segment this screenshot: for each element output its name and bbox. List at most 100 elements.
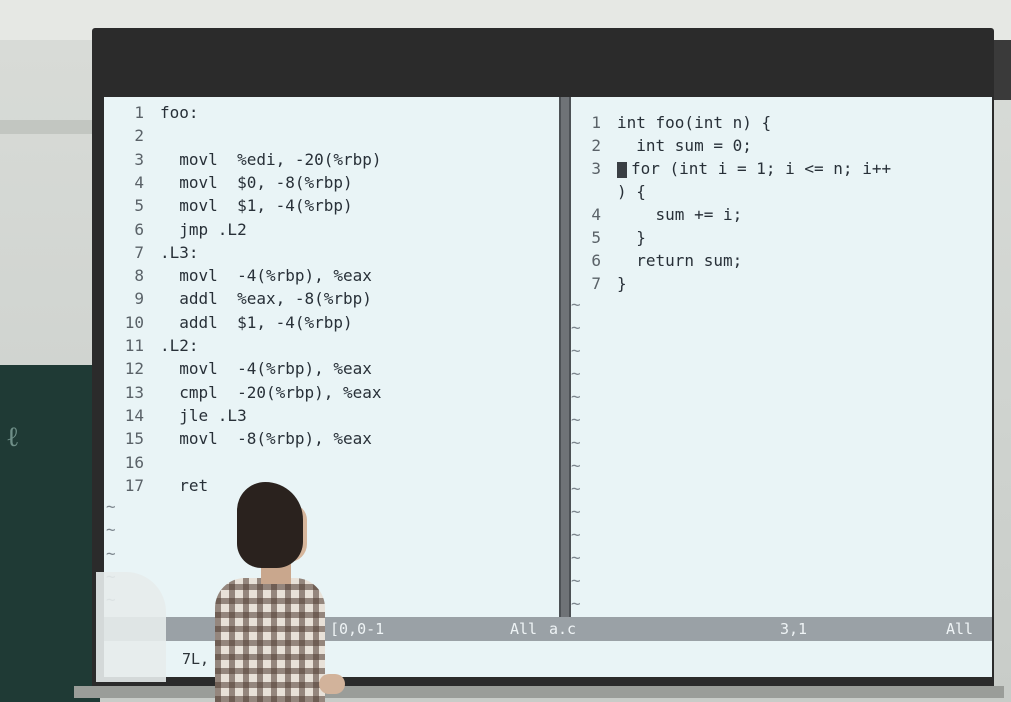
line-number: 2 bbox=[591, 136, 601, 155]
code-line[interactable]: 11 .L2: bbox=[104, 334, 199, 357]
foreground-glare bbox=[96, 572, 166, 682]
code-line[interactable]: 4 sum += i; bbox=[571, 203, 742, 226]
code-text: return sum; bbox=[617, 251, 743, 270]
code-line[interactable]: 17 ret bbox=[104, 474, 208, 497]
line-number: 4 bbox=[591, 205, 601, 224]
chalk-mark: ℓ bbox=[6, 420, 20, 453]
code-line[interactable]: 15 movl -8(%rbp), %eax bbox=[104, 427, 372, 450]
code-line[interactable]: 16 bbox=[104, 451, 160, 474]
code-text: ) { bbox=[617, 182, 646, 201]
code-text: .L3: bbox=[160, 242, 199, 262]
code-text: } bbox=[617, 228, 646, 247]
line-number: 12 bbox=[124, 359, 144, 379]
code-text: int sum = 0; bbox=[617, 136, 752, 155]
code-line[interactable]: 13 cmpl -20(%rbp), %eax bbox=[104, 381, 382, 404]
right-filename: a.c bbox=[549, 620, 577, 638]
code-line[interactable]: 12 movl -4(%rbp), %eax bbox=[104, 357, 372, 380]
line-number: 6 bbox=[134, 219, 144, 239]
empty-line-tilde: ~ bbox=[571, 548, 581, 567]
line-number: 5 bbox=[591, 228, 601, 247]
line-number: 13 bbox=[124, 382, 144, 402]
empty-line-tilde: ~ bbox=[571, 525, 581, 544]
line-number: 1 bbox=[591, 113, 601, 132]
screen-rail bbox=[74, 686, 1004, 698]
code-line[interactable]: 1 foo: bbox=[104, 101, 199, 124]
line-number: 7 bbox=[591, 274, 601, 293]
code-text: .L2: bbox=[160, 336, 199, 355]
line-number: 8 bbox=[134, 266, 144, 286]
code-text: movl -4(%rbp), %eax bbox=[160, 266, 372, 286]
line-number: 10 bbox=[124, 312, 144, 332]
line-number: 4 bbox=[134, 172, 144, 192]
code-line[interactable]: 3 movl %edi, -20(%rbp) bbox=[104, 148, 382, 171]
text-cursor bbox=[617, 161, 627, 178]
code-text: movl $1, -4(%rbp) bbox=[160, 196, 353, 216]
line-number: 1 bbox=[134, 103, 144, 122]
code-line[interactable]: 6 return sum; bbox=[571, 249, 742, 272]
empty-line-tilde: ~ bbox=[571, 456, 581, 475]
empty-line-tilde: ~ bbox=[106, 520, 116, 540]
code-line[interactable]: 2 int sum = 0; bbox=[571, 134, 752, 157]
code-line[interactable]: 5 } bbox=[571, 226, 646, 249]
presenter bbox=[215, 482, 345, 702]
code-text: addl $1, -4(%rbp) bbox=[160, 312, 353, 332]
code-line[interactable]: 2 bbox=[104, 124, 160, 147]
code-line[interactable]: 9 addl %eax, -8(%rbp) bbox=[104, 287, 372, 310]
empty-line-tilde: ~ bbox=[106, 543, 116, 563]
line-number: 11 bbox=[124, 336, 144, 355]
empty-line-tilde: ~ bbox=[571, 410, 581, 429]
empty-line-tilde: ~ bbox=[571, 364, 581, 383]
code-line[interactable]: 10 addl $1, -4(%rbp) bbox=[104, 311, 353, 334]
code-line[interactable]: 6 jmp .L2 bbox=[104, 218, 246, 241]
code-line[interactable]: 1 int foo(int n) { bbox=[571, 111, 771, 134]
line-number: 15 bbox=[124, 429, 144, 449]
line-number: 17 bbox=[124, 475, 144, 495]
empty-line-tilde: ~ bbox=[571, 387, 581, 406]
empty-line-tilde: ~ bbox=[571, 318, 581, 337]
empty-line-tilde: ~ bbox=[571, 479, 581, 498]
code-text: for (int i = 1; i <= n; i++ bbox=[631, 159, 892, 178]
presenter-shirt bbox=[215, 578, 325, 702]
line-number: 16 bbox=[124, 452, 144, 472]
code-line[interactable]: 8 movl -4(%rbp), %eax bbox=[104, 264, 372, 287]
line-number: 3 bbox=[591, 159, 601, 178]
empty-line-tilde: ~ bbox=[571, 295, 581, 314]
empty-line-tilde: ~ bbox=[571, 571, 581, 590]
code-line[interactable]: 5 movl $1, -4(%rbp) bbox=[104, 194, 353, 217]
code-line[interactable]: 7 .L3: bbox=[104, 241, 199, 264]
code-text: foo: bbox=[160, 103, 199, 122]
code-line[interactable]: 7} bbox=[571, 272, 627, 295]
code-text: addl %eax, -8(%rbp) bbox=[160, 289, 372, 309]
right-scroll-indicator: All bbox=[946, 620, 974, 638]
code-text: int foo(int n) { bbox=[617, 113, 772, 132]
code-text: movl %edi, -20(%rbp) bbox=[160, 149, 382, 169]
code-text: movl -8(%rbp), %eax bbox=[160, 429, 372, 449]
line-number: 5 bbox=[134, 196, 144, 216]
code-text: jle .L3 bbox=[160, 405, 247, 425]
wall-stripe bbox=[0, 120, 100, 134]
chalkboard bbox=[0, 365, 100, 702]
presenter-hair bbox=[237, 482, 303, 568]
code-line[interactable]: 14 jle .L3 bbox=[104, 404, 247, 427]
right-pane-c-source[interactable]: 1 int foo(int n) { 2 int sum = 0; 3 for (int… bbox=[571, 97, 992, 617]
code-line[interactable]: 4 movl $0, -8(%rbp) bbox=[104, 171, 353, 194]
command-line-text: 7L, bbox=[182, 650, 210, 668]
code-text: } bbox=[617, 274, 627, 293]
vertical-split-divider[interactable] bbox=[559, 97, 571, 617]
empty-line-tilde: ~ bbox=[571, 341, 581, 360]
code-text: cmpl -20(%rbp), %eax bbox=[160, 382, 382, 402]
line-number: 7 bbox=[134, 242, 144, 262]
line-number: 3 bbox=[134, 149, 144, 169]
code-text: ret bbox=[160, 475, 209, 495]
code-text: sum += i; bbox=[617, 205, 743, 224]
code-line[interactable]: 3 for (int i = 1; i <= n; i++ bbox=[571, 157, 891, 180]
empty-line-tilde: ~ bbox=[106, 497, 116, 517]
right-cursor-position: 3,1 bbox=[780, 620, 808, 638]
line-number: 14 bbox=[124, 405, 144, 425]
code-line[interactable]: ) { bbox=[571, 180, 646, 203]
left-scroll-indicator: All bbox=[510, 620, 538, 638]
empty-line-tilde: ~ bbox=[571, 502, 581, 521]
code-text: movl -4(%rbp), %eax bbox=[160, 359, 372, 379]
code-text: movl $0, -8(%rbp) bbox=[160, 172, 353, 192]
empty-line-tilde: ~ bbox=[571, 433, 581, 452]
